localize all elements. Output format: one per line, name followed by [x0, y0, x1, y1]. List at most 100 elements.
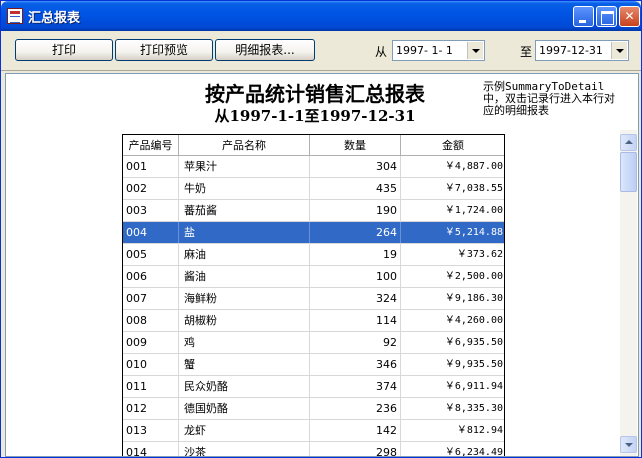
product-code-cell: 013 [123, 420, 179, 441]
product-code-cell: 001 [123, 156, 179, 177]
amount-cell: ￥6,935.50 [444, 337, 503, 348]
quantity-cell: 92 [310, 332, 401, 353]
amount-cell: ￥812.94 [456, 425, 503, 436]
product-name-cell: 沙茶 [179, 442, 310, 456]
quantity-cell: 100 [310, 266, 401, 287]
quantity-cell: 236 [310, 398, 401, 419]
report-view[interactable]: 按产品统计销售汇总报表 从1997-1-1至1997-12-31 示例Summa… [5, 73, 639, 457]
toolbar: 打印 打印预览 明细报表... 从 1997- 1- 1 至 1997-12-3… [1, 31, 641, 71]
product-name-cell: 盐 [179, 222, 310, 243]
product-code-cell: 007 [123, 288, 179, 309]
scroll-thumb[interactable] [620, 152, 637, 192]
table-row[interactable]: 010 蟹 346 ￥9,935.50 [123, 354, 504, 376]
to-date-dropdown-icon[interactable] [611, 42, 627, 59]
product-name-cell: 蟹 [179, 354, 310, 375]
column-header-name[interactable]: 产品名称 [179, 135, 310, 155]
product-name-cell: 酱油 [179, 266, 310, 287]
maximize-button[interactable] [596, 6, 617, 27]
from-date-dropdown-icon[interactable] [467, 42, 483, 59]
scroll-up-icon[interactable] [620, 134, 637, 151]
quantity-cell: 19 [310, 244, 401, 265]
table-row[interactable]: 012 德国奶酪 236 ￥8,335.30 [123, 398, 504, 420]
quantity-cell: 346 [310, 354, 401, 375]
table-row[interactable]: 003 蕃茄酱 190 ￥1,724.00 [123, 200, 504, 222]
product-code-cell: 004 [123, 222, 179, 243]
table-row[interactable]: 002 牛奶 435 ￥7,038.55 [123, 178, 504, 200]
quantity-cell: 114 [310, 310, 401, 331]
table-body: 001 苹果汁 304 ￥4,887.00 002 牛奶 435 ￥7,038.55 003 蕃茄… [123, 156, 504, 457]
product-name-cell: 牛奶 [179, 178, 310, 199]
product-code-cell: 003 [123, 200, 179, 221]
table-header: 产品编号 产品名称 数量 金额 [123, 135, 504, 156]
detail-report-button[interactable]: 明细报表... [215, 39, 315, 61]
amount-cell: ￥6,911.94 [444, 381, 503, 392]
window-title: 汇总报表 [28, 11, 81, 26]
product-code-cell: 014 [123, 442, 179, 456]
amount-cell: ￥5,214.88 [444, 227, 503, 238]
product-code-cell: 002 [123, 178, 179, 199]
product-name-cell: 鸡 [179, 332, 310, 353]
minimize-button[interactable] [573, 6, 594, 27]
column-header-amount[interactable]: 金额 [401, 135, 505, 155]
summary-table: 产品编号 产品名称 数量 金额 001 苹果汁 304 ￥4,887.00 002 牛奶 4… [122, 134, 505, 457]
app-icon [7, 8, 23, 24]
quantity-cell: 142 [310, 420, 401, 441]
table-row[interactable]: 011 民众奶酪 374 ￥6,911.94 [123, 376, 504, 398]
report-window: 汇总报表 ✕ 打印 打印预览 明细报表... 从 1997- 1- 1 至 19… [0, 0, 642, 458]
quantity-cell: 190 [310, 200, 401, 221]
quantity-cell: 435 [310, 178, 401, 199]
amount-cell: ￥9,935.50 [444, 359, 503, 370]
product-code-cell: 010 [123, 354, 179, 375]
amount-cell: ￥1,724.00 [444, 205, 503, 216]
to-date-value: 1997-12-31 [539, 44, 603, 57]
amount-cell: ￥4,887.00 [444, 161, 503, 172]
product-code-cell: 005 [123, 244, 179, 265]
scroll-down-icon[interactable] [620, 436, 637, 453]
close-button[interactable]: ✕ [619, 6, 640, 27]
product-name-cell: 德国奶酪 [179, 398, 310, 419]
from-date-picker[interactable]: 1997- 1- 1 [392, 40, 485, 61]
table-row[interactable]: 008 胡椒粉 114 ￥4,260.00 [123, 310, 504, 332]
product-name-cell: 麻油 [179, 244, 310, 265]
column-header-code[interactable]: 产品编号 [123, 135, 179, 155]
table-row[interactable]: 004 盐 264 ￥5,214.88 [123, 222, 504, 244]
print-preview-button[interactable]: 打印预览 [115, 39, 213, 61]
report-note: 示例SummaryToDetail中，双击记录行进入本行对应的明细报表 [483, 80, 615, 117]
product-name-cell: 蕃茄酱 [179, 200, 310, 221]
table-row[interactable]: 007 海鲜粉 324 ￥9,186.30 [123, 288, 504, 310]
quantity-cell: 324 [310, 288, 401, 309]
quantity-cell: 304 [310, 156, 401, 177]
product-name-cell: 苹果汁 [179, 156, 310, 177]
print-button[interactable]: 打印 [15, 39, 113, 61]
column-header-qty[interactable]: 数量 [310, 135, 401, 155]
table-row[interactable]: 013 龙虾 142 ￥812.94 [123, 420, 504, 442]
from-date-value: 1997- 1- 1 [396, 44, 453, 57]
table-row[interactable]: 006 酱油 100 ￥2,500.00 [123, 266, 504, 288]
product-name-cell: 龙虾 [179, 420, 310, 441]
product-code-cell: 011 [123, 376, 179, 397]
product-code-cell: 008 [123, 310, 179, 331]
amount-cell: ￥8,335.30 [444, 403, 503, 414]
product-code-cell: 006 [123, 266, 179, 287]
vertical-scrollbar[interactable] [620, 130, 637, 456]
table-row[interactable]: 014 沙茶 298 ￥6,234.49 [123, 442, 504, 457]
product-name-cell: 胡椒粉 [179, 310, 310, 331]
product-code-cell: 012 [123, 398, 179, 419]
amount-cell: ￥9,186.30 [444, 293, 503, 304]
product-name-cell: 民众奶酪 [179, 376, 310, 397]
table-row[interactable]: 001 苹果汁 304 ￥4,887.00 [123, 156, 504, 178]
product-name-cell: 海鲜粉 [179, 288, 310, 309]
product-code-cell: 009 [123, 332, 179, 353]
from-date-label: 从 [375, 45, 388, 59]
to-date-picker[interactable]: 1997-12-31 [535, 40, 629, 61]
amount-cell: ￥373.62 [456, 249, 503, 260]
quantity-cell: 264 [310, 222, 401, 243]
amount-cell: ￥6,234.49 [444, 447, 503, 457]
table-row[interactable]: 009 鸡 92 ￥6,935.50 [123, 332, 504, 354]
title-bar[interactable]: 汇总报表 ✕ [1, 1, 641, 31]
amount-cell: ￥2,500.00 [444, 271, 503, 282]
amount-cell: ￥7,038.55 [444, 183, 503, 194]
quantity-cell: 374 [310, 376, 401, 397]
table-row[interactable]: 005 麻油 19 ￥373.62 [123, 244, 504, 266]
amount-cell: ￥4,260.00 [444, 315, 503, 326]
